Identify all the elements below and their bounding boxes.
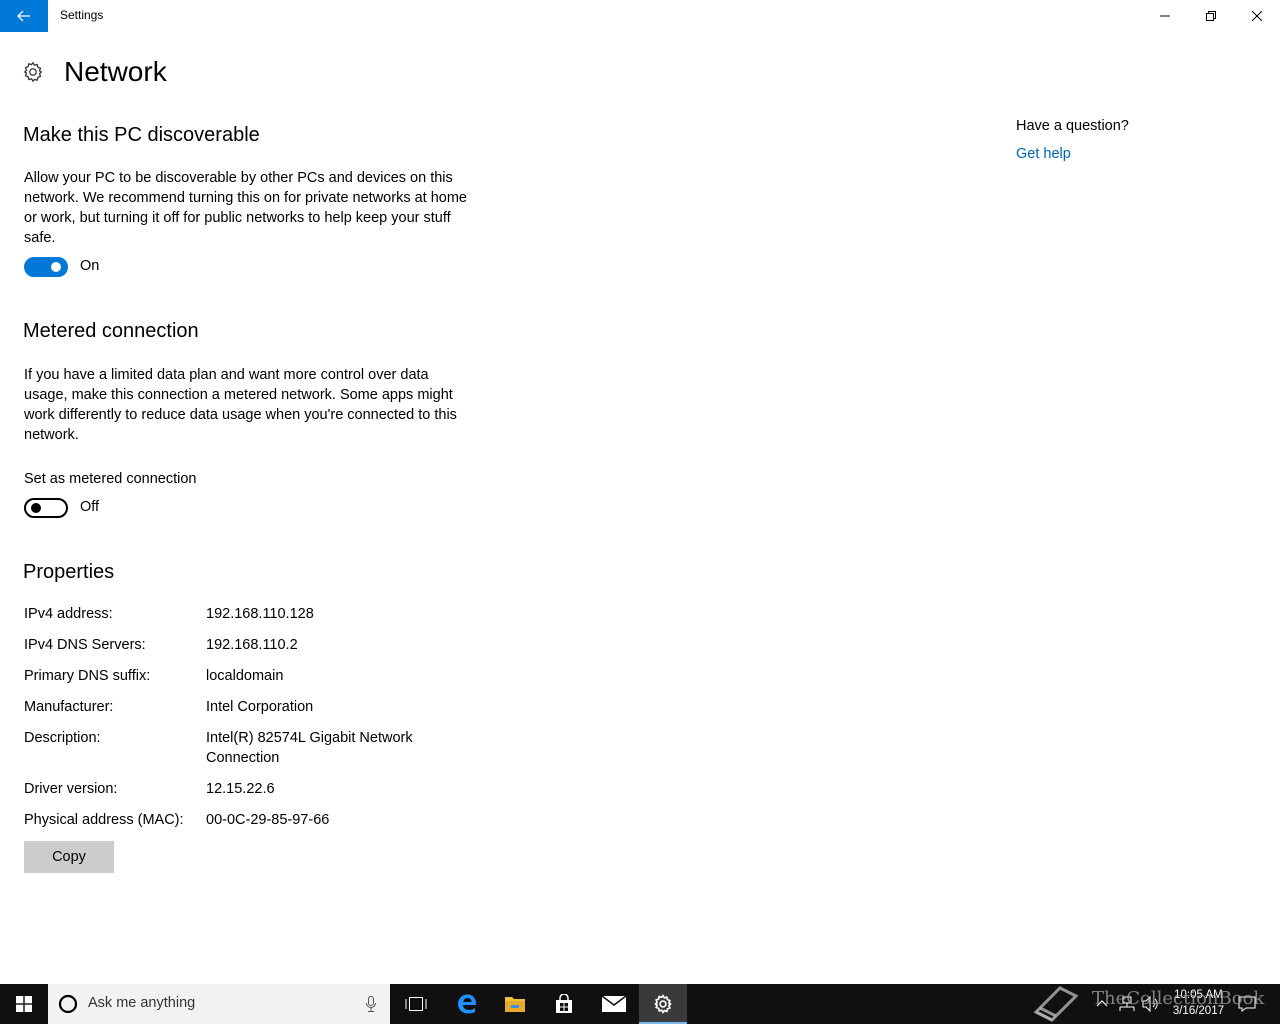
task-view-icon [405,997,427,1011]
metered-heading: Metered connection [23,320,199,342]
ipv4-address-value: 192.168.110.128 [206,606,314,622]
mac-address-value: 00-0C-29-85-97-66 [206,812,330,828]
metered-toggle[interactable] [24,498,68,518]
task-view-button[interactable] [392,984,440,1024]
discoverable-heading: Make this PC discoverable [23,124,260,146]
restore-button[interactable] [1188,0,1234,32]
store-icon [556,994,572,1013]
discoverable-description: Allow your PC to be discoverable by othe… [24,170,467,246]
mail-icon [602,996,626,1012]
windows-logo-icon [16,996,32,1012]
mail-button[interactable] [590,984,638,1024]
close-icon [1252,11,1262,21]
search-placeholder: Ask me anything [88,995,196,1011]
action-center-icon[interactable] [1238,996,1256,1012]
toggle-knob [51,262,61,272]
gear-icon [23,61,43,83]
clock[interactable]: 10:05 AM 3/16/2017 [1173,987,1224,1019]
properties-heading: Properties [23,561,115,583]
metered-setting-label: Set as metered connection [24,471,197,487]
description-value: Intel(R) 82574L Gigabit Network Connecti… [206,730,413,766]
back-button[interactable] [0,0,48,32]
microphone-icon [366,996,376,1012]
mac-address-label: Physical address (MAC): [24,812,184,828]
driver-version-label: Driver version: [24,781,118,797]
help-question: Have a question? [1016,118,1129,134]
page-title: Network [64,56,167,87]
minimize-button[interactable] [1142,0,1188,32]
store-button[interactable] [540,984,588,1024]
chevron-up-icon[interactable] [1096,999,1108,1007]
start-button[interactable] [0,984,48,1024]
folder-icon [505,997,525,1012]
dns-suffix-value: localdomain [206,668,284,684]
taskbar: Ask me anything 10:05 AM 3/16/2017 [0,984,1280,1024]
edge-button[interactable] [443,984,491,1024]
title-bar: Settings [0,0,1280,32]
metered-toggle-label: Off [80,499,100,515]
ipv4-address-label: IPv4 address: [24,606,113,622]
copy-button[interactable]: Copy [24,841,114,873]
window-title: Settings [60,8,104,22]
edge-icon [458,994,476,1014]
close-button[interactable] [1234,0,1280,32]
volume-icon[interactable] [1142,996,1160,1012]
clock-time: 10:05 AM [1174,989,1223,1001]
driver-version-value: 12.15.22.6 [206,781,275,797]
manufacturer-value: Intel Corporation [206,699,314,715]
dns-suffix-label: Primary DNS suffix: [24,668,151,684]
discoverable-toggle-label: On [80,258,100,274]
gear-icon [654,994,672,1014]
metered-description: If you have a limited data plan and want… [24,367,457,443]
ipv4-dns-value: 192.168.110.2 [206,637,298,653]
clock-date: 3/16/2017 [1172,1005,1224,1017]
search-box[interactable]: Ask me anything [48,984,390,1024]
arrow-left-icon [17,10,30,22]
network-icon[interactable] [1118,996,1136,1012]
file-explorer-button[interactable] [491,984,539,1024]
ipv4-dns-label: IPv4 DNS Servers: [24,637,146,653]
page-header: Network [22,56,167,88]
minimize-icon [1160,15,1170,17]
manufacturer-label: Manufacturer: [24,699,114,715]
get-help-link[interactable]: Get help [1016,146,1071,162]
restore-icon [1206,11,1216,21]
toggle-knob [31,503,41,513]
settings-taskbar-button[interactable] [639,984,687,1024]
cortana-icon [58,994,78,1014]
description-label: Description: [24,730,101,746]
discoverable-toggle[interactable] [24,257,68,277]
